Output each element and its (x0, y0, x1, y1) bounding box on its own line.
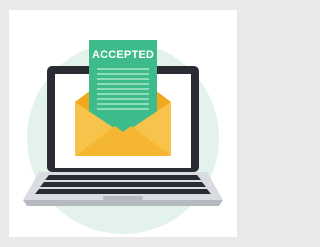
laptop-trackpad (103, 196, 143, 200)
letter-line (97, 93, 149, 95)
keyboard-icon (35, 175, 211, 194)
keyboard-row (45, 175, 201, 180)
letter-line (97, 103, 149, 105)
letter-line (97, 88, 149, 90)
letter-lines (97, 68, 149, 110)
laptop-base-edge (23, 200, 223, 206)
letter-line (97, 108, 149, 110)
open-envelope-icon: ACCEPTED (75, 40, 171, 156)
keyboard-row (35, 189, 211, 194)
email-accepted-illustration: ACCEPTED (23, 40, 223, 234)
letter-line (97, 68, 149, 70)
letter-line (97, 78, 149, 80)
letter-line (97, 98, 149, 100)
letter-line (97, 73, 149, 75)
letter-label: ACCEPTED (92, 49, 154, 61)
illustration-frame: ACCEPTED (9, 10, 237, 237)
letter-line (97, 83, 149, 85)
keyboard-row (40, 182, 206, 187)
